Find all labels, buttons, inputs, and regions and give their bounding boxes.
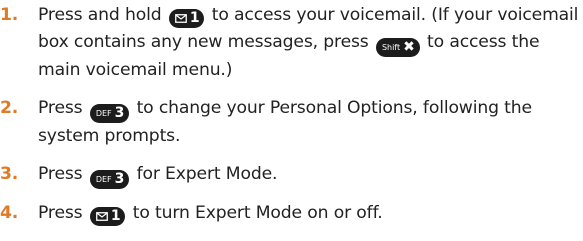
step-text: Press: [38, 203, 83, 223]
step-text: Press: [38, 164, 83, 184]
step-text: to turn Expert Mode on or off.: [132, 203, 383, 223]
key-1-voicemail: 1: [89, 207, 126, 226]
x-icon: ✖: [403, 39, 415, 55]
key-sub-label: Shift: [381, 43, 401, 52]
envelope-icon: [95, 212, 108, 221]
key-label: 3: [114, 105, 125, 121]
step-number: 4.: [0, 203, 19, 223]
step-3: 3. Press DEF 3 for Expert Mode.: [0, 161, 583, 189]
key-label: 3: [114, 171, 125, 187]
step-4: 4. Press 1 to turn Expert Mode on or off…: [0, 200, 583, 227]
step-number: 2.: [0, 98, 19, 118]
envelope-icon: [174, 14, 187, 23]
key-sub-label: DEF: [95, 109, 112, 118]
step-2: 2. Press DEF 3 to change your Personal O…: [0, 95, 583, 150]
step-1: 1. Press and hold 1 to access your voice…: [0, 2, 583, 84]
voicemail-steps-list: 1. Press and hold 1 to access your voice…: [0, 2, 583, 227]
key-label: 1: [189, 10, 200, 26]
step-text: for Expert Mode.: [136, 164, 278, 184]
key-1-voicemail: 1: [168, 9, 205, 28]
step-number: 3.: [0, 164, 19, 184]
key-sub-label: DEF: [95, 175, 112, 184]
step-text: Press: [38, 98, 83, 118]
key-label: 1: [110, 208, 121, 224]
key-shift-x: Shift ✖: [375, 38, 420, 57]
step-text: Press and hold: [38, 5, 162, 25]
key-3-def: DEF 3: [89, 104, 130, 123]
key-3-def: DEF 3: [89, 170, 130, 189]
step-number: 1.: [0, 5, 19, 25]
